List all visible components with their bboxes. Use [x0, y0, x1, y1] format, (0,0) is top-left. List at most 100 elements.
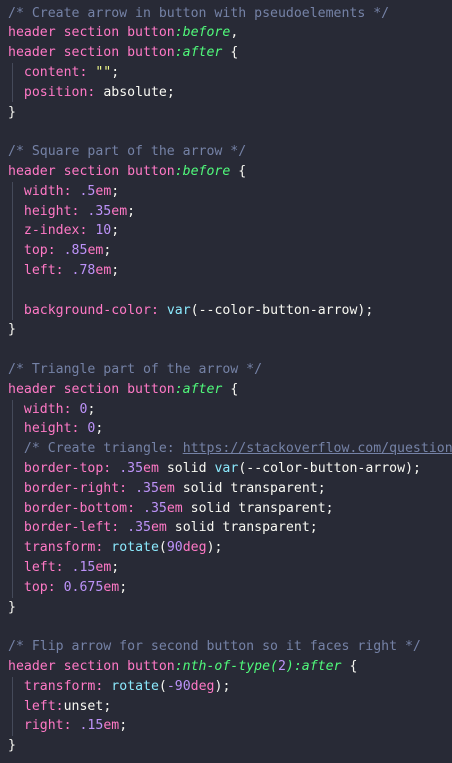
css-property: border-bottom — [23, 500, 128, 516]
css-number: 90 — [166, 540, 183, 556]
css-unit: em — [95, 183, 112, 199]
indent-guide — [12, 399, 13, 598]
css-property: background-color — [23, 302, 151, 318]
css-colon: : — [79, 64, 96, 80]
code-line: position: absolute; — [8, 83, 175, 103]
css-property: z-index — [23, 223, 80, 239]
code-line: } — [8, 103, 16, 123]
css-colon: : — [87, 84, 104, 100]
code-line: transform: rotate(-90deg); — [8, 677, 231, 697]
css-selector: header section button — [8, 45, 175, 61]
css-value: solid transparent — [182, 500, 326, 516]
css-colon: : — [63, 401, 80, 417]
css-number: .78 — [71, 262, 96, 278]
css-number: 10 — [95, 223, 112, 239]
css-property: content — [23, 64, 80, 80]
css-punctuation: ) — [206, 540, 215, 556]
code-line: header section button:nth-of-type(2):aft… — [8, 657, 357, 677]
css-unit: em — [95, 559, 112, 575]
code-line: } — [8, 320, 16, 340]
css-brace: } — [8, 738, 16, 754]
code-line: /* Create triangle: https://stackoverflo… — [8, 439, 452, 459]
css-property: height — [23, 421, 72, 437]
css-punctuation: ; — [365, 302, 374, 318]
code-comment: /* Flip arrow for second button so it fa… — [8, 639, 421, 655]
css-unit: deg — [182, 540, 207, 556]
css-brace: } — [8, 322, 16, 338]
css-pseudo-class: ) — [285, 658, 294, 674]
css-property: transform — [23, 678, 96, 694]
code-line: border-right: .35em solid transparent; — [8, 479, 326, 499]
css-punctuation: ; — [309, 520, 318, 536]
css-number: .15 — [71, 559, 96, 575]
css-property: right — [23, 718, 64, 734]
css-punctuation: ( — [190, 302, 199, 318]
css-variable: --color-button-arrow — [246, 460, 406, 476]
css-function: var — [214, 460, 239, 476]
css-property: border-top — [23, 460, 104, 476]
css-unit: em — [158, 480, 175, 496]
code-line: header section button:before, — [8, 23, 238, 43]
css-unit: em — [143, 460, 159, 476]
css-punctuation: ; — [325, 500, 334, 516]
indent-guide — [12, 181, 13, 321]
css-value: solid transparent — [174, 480, 318, 496]
code-line: left: .15em; — [8, 558, 119, 578]
css-punctuation: ) — [405, 460, 414, 476]
css-punctuation: ; — [87, 401, 96, 417]
code-line: } — [8, 598, 16, 618]
css-colon: : — [111, 520, 128, 536]
comment-link[interactable]: https://stackoverflow.com/question — [183, 441, 452, 456]
css-number: .5 — [79, 183, 96, 199]
css-selector: header section button — [8, 25, 175, 41]
code-editor[interactable]: /* Create arrow in button with pseudoele… — [0, 0, 452, 763]
css-function: rotate — [111, 540, 159, 556]
code-line: width: .5em; — [8, 182, 119, 202]
css-brace: , — [230, 25, 239, 41]
css-property: width — [23, 401, 64, 417]
code-comment: /* Square part of the arrow */ — [8, 144, 247, 160]
css-punctuation: ; — [119, 579, 128, 595]
css-punctuation: ; — [111, 262, 120, 278]
css-number: -90 — [166, 678, 191, 694]
code-line: top: .85em; — [8, 241, 111, 261]
css-punctuation: ; — [95, 421, 104, 437]
css-number: 0.675 — [63, 579, 104, 595]
code-line: right: .15em; — [8, 716, 127, 736]
css-function: rotate — [111, 678, 159, 694]
css-unit: em — [87, 243, 104, 259]
css-property: border-left — [23, 520, 112, 536]
css-colon: : — [79, 223, 96, 239]
css-number: .35 — [127, 520, 151, 536]
css-number: .35 — [135, 480, 159, 496]
css-selector: header section button — [8, 163, 175, 179]
code-line: /* Flip arrow for second button so it fa… — [8, 637, 421, 657]
code-line: left: .78em; — [8, 261, 119, 281]
css-colon: : — [55, 559, 72, 575]
css-property: width — [23, 183, 64, 199]
css-punctuation: ; — [111, 64, 120, 80]
css-punctuation: ; — [317, 480, 326, 496]
code-line: /* Triangle part of the arrow */ — [8, 360, 262, 380]
css-pseudo-class: :after — [174, 45, 223, 61]
code-line: header section button:before { — [8, 162, 246, 182]
css-value: solid transparent — [166, 520, 310, 536]
css-property: transform — [23, 540, 96, 556]
css-pseudo-class: :after — [293, 658, 342, 674]
css-unit: em — [103, 579, 120, 595]
css-value: solid — [158, 460, 215, 476]
css-function: var — [166, 302, 191, 318]
css-property: left — [23, 262, 56, 278]
css-number: .85 — [63, 243, 88, 259]
code-line: border-left: .35em solid transparent; — [8, 518, 318, 538]
css-unit: em — [150, 520, 167, 536]
code-comment: /* Create triangle: — [23, 441, 183, 457]
